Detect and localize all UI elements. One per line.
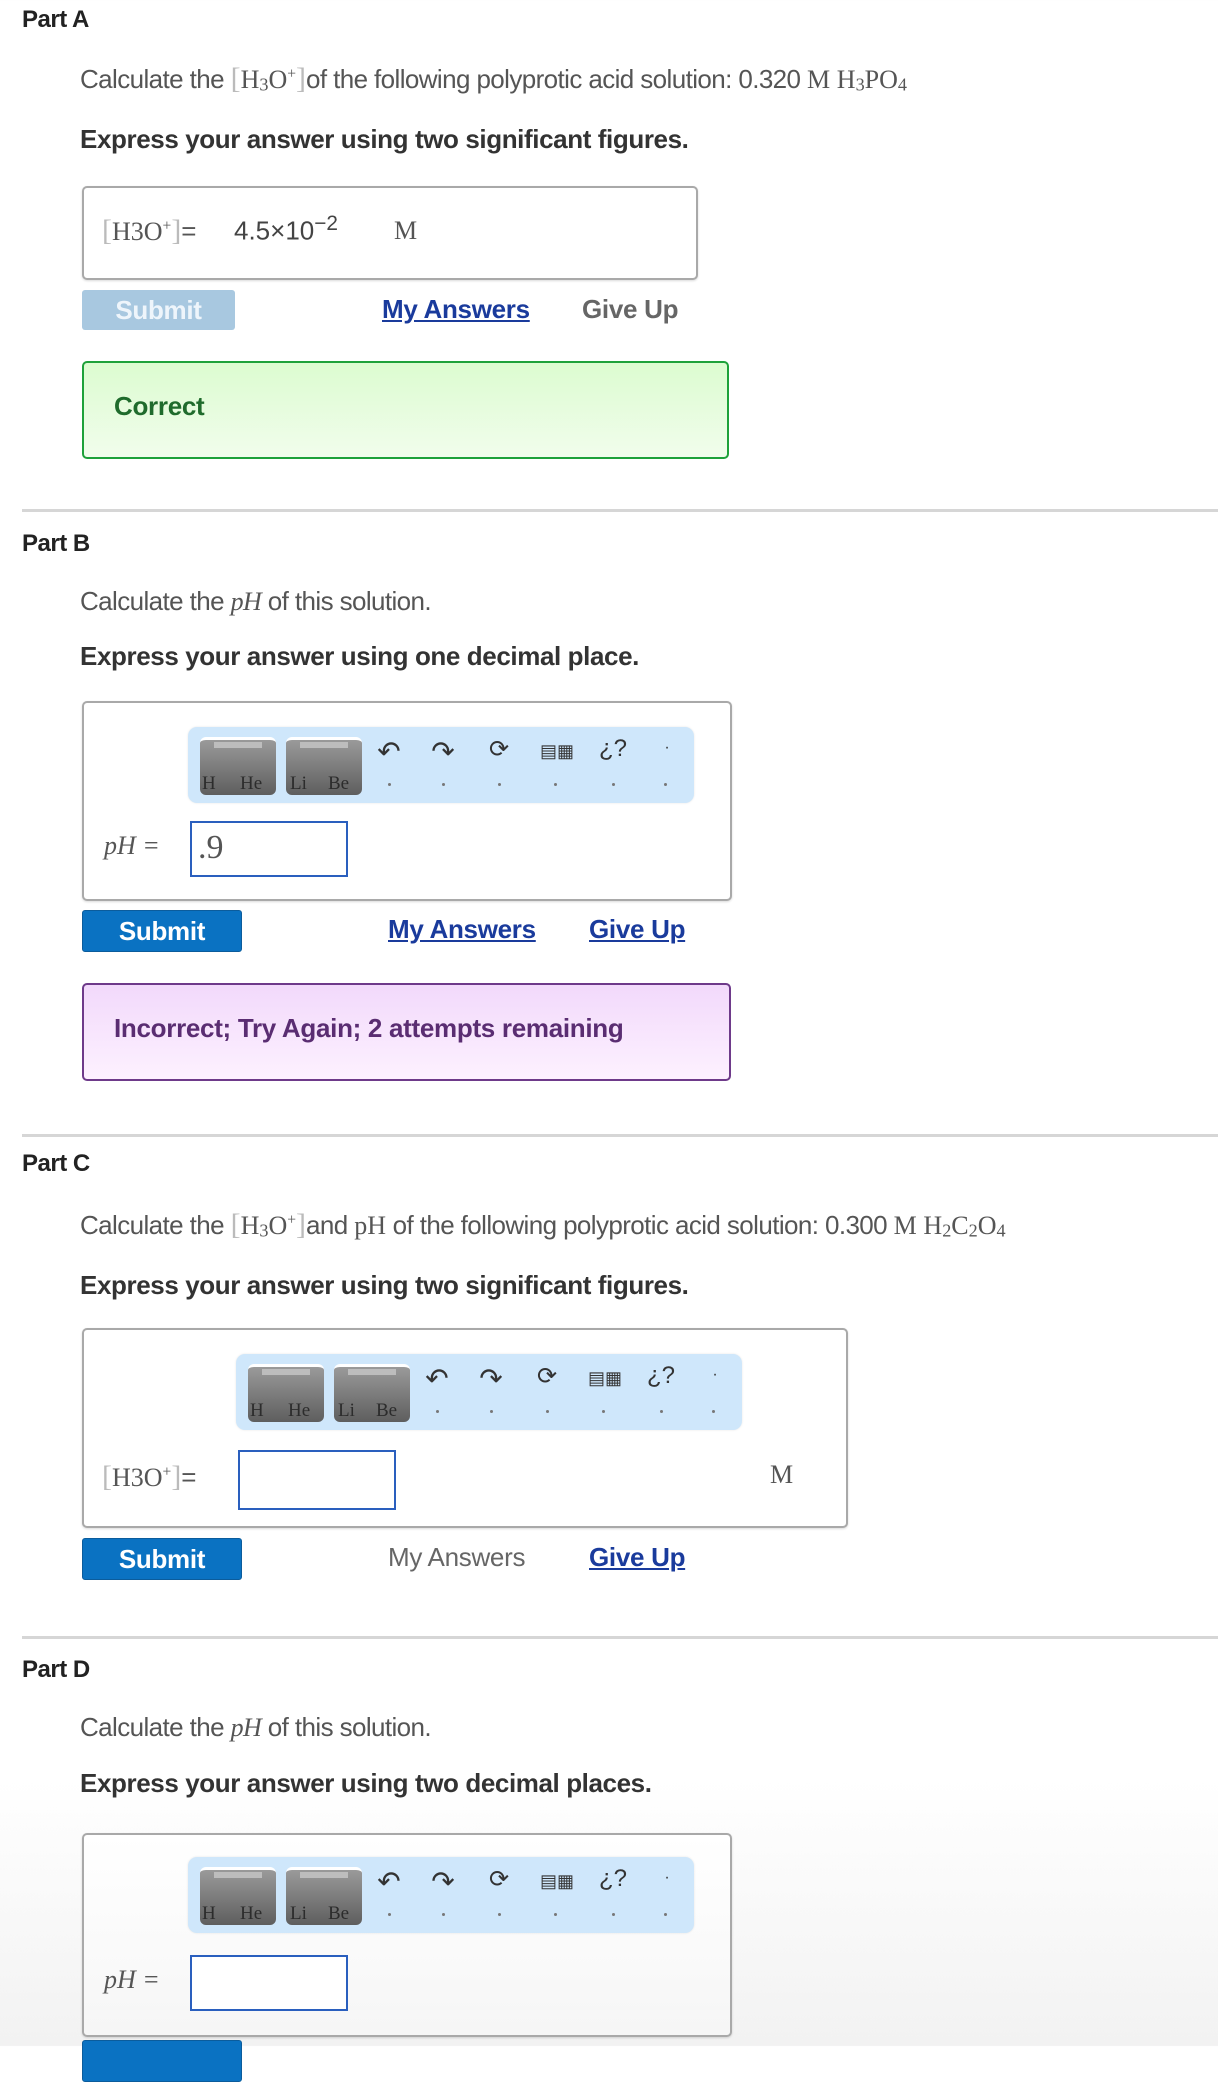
part-c-my-answers-link: My Answers bbox=[388, 1542, 526, 1572]
undo-icon[interactable]: ↶ bbox=[422, 1362, 452, 1395]
math-toolbar: H He Li Be ↶ ↷ ⟳ ▤▦ ¿? · bbox=[188, 1857, 694, 1933]
symbols-button[interactable]: Li Be bbox=[334, 1364, 410, 1422]
symbols-button[interactable]: Li Be bbox=[286, 737, 362, 795]
part-d-instruction: Express your answer using two decimal pl… bbox=[80, 1768, 652, 1798]
part-d-answer-label: pH = bbox=[104, 1965, 160, 1994]
reset-icon[interactable]: ⟳ bbox=[484, 1865, 514, 1894]
part-c-give-up-link[interactable]: Give Up bbox=[589, 1542, 685, 1573]
part-a-feedback-correct: Correct bbox=[82, 361, 729, 459]
part-c-submit-button[interactable]: Submit bbox=[82, 1538, 242, 1580]
part-c-h3o-input[interactable] bbox=[238, 1450, 396, 1510]
help-icon[interactable]: ¿? bbox=[598, 1865, 628, 1893]
redo-icon[interactable]: ↷ bbox=[428, 1865, 458, 1898]
part-d-title: Part D bbox=[22, 1656, 90, 1683]
part-a-title: Part A bbox=[22, 6, 89, 33]
part-c-answer-unit: M bbox=[770, 1460, 794, 1489]
acid-formula: H3PO4 bbox=[836, 65, 907, 95]
part-a-answer-unit: M bbox=[394, 216, 418, 245]
part-b-answer-box: H He Li Be ↶ ↷ ⟳ ▤▦ ¿? · pH = .9 bbox=[82, 701, 732, 901]
part-a-answer-box: [H3O+]= 4.5×10−2 M bbox=[82, 186, 698, 280]
help-icon[interactable]: ¿? bbox=[598, 735, 628, 763]
part-b-title: Part B bbox=[22, 530, 90, 557]
part-a-submit-button[interactable]: Submit bbox=[82, 290, 235, 330]
part-b-my-answers-link[interactable]: My Answers bbox=[388, 914, 536, 945]
part-a-prompt: Calculate the [H3O+]of the following pol… bbox=[80, 62, 907, 95]
templates-button[interactable]: H He bbox=[200, 737, 276, 795]
part-a-instruction: Express your answer using two significan… bbox=[80, 124, 689, 154]
part-a-answer-label: [H3O+]= bbox=[102, 214, 197, 247]
divider bbox=[22, 509, 1218, 512]
part-c-answer-box: H He Li Be ↶ ↷ ⟳ ▤▦ ¿? · [H3O+]= M bbox=[82, 1328, 848, 1528]
undo-icon[interactable]: ↶ bbox=[374, 1865, 404, 1898]
divider bbox=[22, 1636, 1218, 1639]
redo-icon[interactable]: ↷ bbox=[428, 735, 458, 768]
more-icon[interactable]: · bbox=[652, 739, 682, 757]
part-b-give-up-link[interactable]: Give Up bbox=[589, 914, 685, 945]
reset-icon[interactable]: ⟳ bbox=[484, 735, 514, 764]
part-c-prompt: Calculate the [H3O+]and pH of the follow… bbox=[80, 1208, 1006, 1241]
more-icon[interactable]: · bbox=[700, 1366, 730, 1384]
undo-icon[interactable]: ↶ bbox=[374, 735, 404, 768]
part-a-answer-value: 4.5×10−2 bbox=[234, 212, 338, 246]
part-b-instruction: Express your answer using one decimal pl… bbox=[80, 641, 639, 671]
part-a-my-answers-link[interactable]: My Answers bbox=[382, 294, 530, 325]
part-a-give-up-link: Give Up bbox=[582, 294, 679, 324]
math-toolbar: H He Li Be ↶ ↷ ⟳ ▤▦ ¿? · bbox=[236, 1354, 742, 1430]
part-d-prompt: Calculate the pH of this solution. bbox=[80, 1712, 432, 1742]
templates-button[interactable]: H He bbox=[248, 1364, 324, 1422]
help-icon[interactable]: ¿? bbox=[646, 1362, 676, 1390]
keyboard-icon[interactable]: ▤▦ bbox=[540, 741, 574, 762]
keyboard-icon[interactable]: ▤▦ bbox=[588, 1368, 622, 1389]
part-b-answer-label: pH = bbox=[104, 831, 160, 860]
part-d-submit-button[interactable] bbox=[82, 2040, 242, 2082]
part-b-feedback-incorrect: Incorrect; Try Again; 2 attempts remaini… bbox=[82, 983, 731, 1081]
part-d-ph-input[interactable] bbox=[190, 1955, 348, 2011]
divider bbox=[22, 1134, 1218, 1137]
acid-formula: H2C2O4 bbox=[923, 1211, 1006, 1241]
part-b-submit-button[interactable]: Submit bbox=[82, 910, 242, 952]
reset-icon[interactable]: ⟳ bbox=[532, 1362, 562, 1391]
redo-icon[interactable]: ↷ bbox=[476, 1362, 506, 1395]
templates-button[interactable]: H He bbox=[200, 1867, 276, 1925]
part-c-instruction: Express your answer using two significan… bbox=[80, 1270, 689, 1300]
part-c-answer-label: [H3O+]= bbox=[102, 1460, 197, 1493]
part-c-title: Part C bbox=[22, 1150, 90, 1177]
part-b-prompt: Calculate the pH of this solution. bbox=[80, 586, 432, 616]
keyboard-icon[interactable]: ▤▦ bbox=[540, 1871, 574, 1892]
h3o-species: [H3O+] bbox=[230, 62, 306, 95]
part-d-answer-box: H He Li Be ↶ ↷ ⟳ ▤▦ ¿? · pH = bbox=[82, 1833, 732, 2037]
more-icon[interactable]: · bbox=[652, 1869, 682, 1887]
symbols-button[interactable]: Li Be bbox=[286, 1867, 362, 1925]
part-b-ph-input[interactable]: .9 bbox=[190, 821, 348, 877]
math-toolbar: H He Li Be ↶ ↷ ⟳ ▤▦ ¿? · bbox=[188, 727, 694, 803]
